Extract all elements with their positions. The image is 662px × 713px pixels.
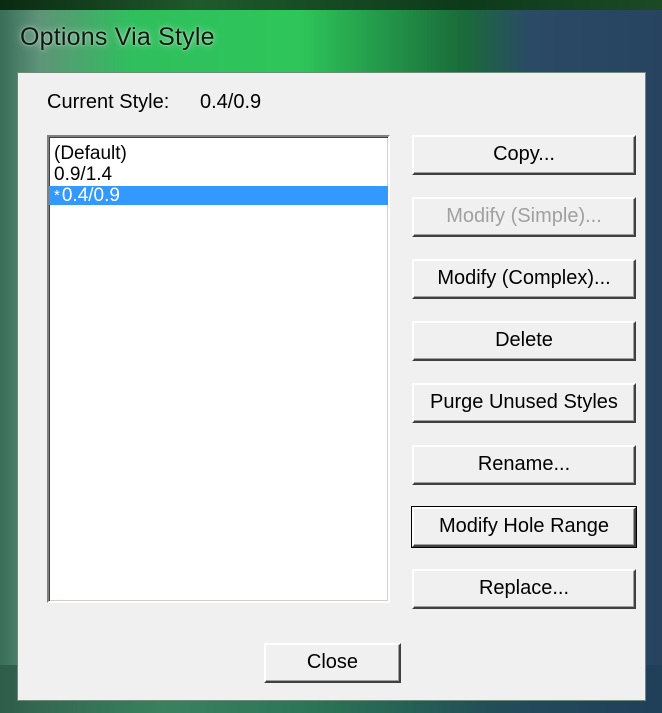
list-item-label: 0.9/1.4 — [54, 164, 113, 185]
dialog-client-area: Current Style: 0.4/0.9 (Default) 0.9/1.4… — [17, 72, 646, 701]
list-item-0.9-1.4[interactable]: 0.9/1.4 — [49, 165, 388, 184]
current-style-value: 0.4/0.9 — [200, 91, 262, 113]
copy-button[interactable]: Copy... — [412, 135, 636, 175]
delete-button[interactable]: Delete — [412, 321, 636, 361]
modify-complex-button[interactable]: Modify (Complex)... — [412, 259, 636, 299]
modify-hole-range-button[interactable]: Modify Hole Range — [411, 506, 637, 548]
purge-unused-styles-button[interactable]: Purge Unused Styles — [412, 383, 636, 423]
dialog-window: Options Via Style Current Style: 0.4/0.9… — [0, 10, 662, 713]
replace-button[interactable]: Replace... — [412, 569, 636, 609]
list-item-label: (Default) — [54, 143, 127, 164]
current-style-marker: * — [54, 187, 60, 204]
list-item-0.4-0.9[interactable]: * 0.4/0.9 — [49, 186, 388, 205]
current-style-label: Current Style: — [47, 91, 170, 113]
title-bar[interactable]: Options Via Style — [0, 10, 662, 72]
modify-simple-button[interactable]: Modify (Simple)... — [412, 197, 636, 237]
close-button[interactable]: Close — [264, 643, 401, 683]
list-item-default[interactable]: (Default) — [49, 144, 388, 163]
background-window-strip — [0, 0, 662, 10]
style-listbox[interactable]: (Default) 0.9/1.4 * 0.4/0.9 — [47, 135, 390, 603]
window-title: Options Via Style — [20, 23, 215, 51]
rename-button[interactable]: Rename... — [412, 445, 636, 485]
list-item-label: 0.4/0.9 — [61, 185, 120, 206]
